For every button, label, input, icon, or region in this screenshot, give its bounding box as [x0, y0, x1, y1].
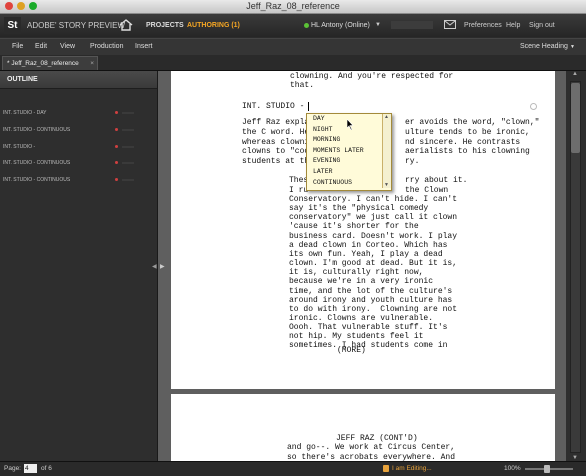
scroll-up-icon[interactable]: ▲ [572, 71, 578, 77]
chevron-down-icon[interactable]: ▼ [570, 39, 575, 55]
page-label: Page: [4, 465, 21, 472]
dialogue-line: that. [290, 81, 315, 90]
document-tab[interactable]: * Jeff_Raz_08_reference × [2, 56, 98, 70]
scene-marker-icon [115, 178, 118, 181]
action-line: clowns to "coo [242, 147, 310, 156]
autocomplete-option[interactable]: LATER [307, 167, 381, 178]
action-line: students at th [242, 157, 310, 166]
outline-item-label: INT. STUDIO - CONTINUOUS [3, 127, 71, 133]
scroll-thumb[interactable] [571, 83, 580, 153]
tab-label: * Jeff_Raz_08_reference [7, 60, 79, 67]
scene-length-bar [122, 129, 134, 131]
outline-item[interactable]: INT. STUDIO - CONTINUOUS [0, 157, 157, 169]
menu-bar: File Edit View Production Insert Scene H… [0, 38, 586, 56]
status-bar: Page: 4 of 6 I am Editing... 100% [0, 461, 586, 476]
dialogue-line: sometimes. I had students come in [289, 341, 448, 351]
scene-heading[interactable]: INT. STUDIO - [242, 102, 309, 112]
mouse-pointer-icon [347, 119, 354, 130]
collapse-handle-icon[interactable]: ◀ [152, 263, 157, 270]
sign-out-link[interactable]: Sign out [529, 14, 555, 37]
close-icon[interactable]: × [90, 57, 94, 71]
mail-icon[interactable] [444, 20, 456, 29]
scene-time-autocomplete[interactable]: DAY NIGHT MORNING MOMENTS LATER EVENING … [306, 113, 392, 191]
menu-edit[interactable]: Edit [35, 39, 47, 55]
app-header: St ADOBE' STORY PREVIEW PROJECTS AUTHORI… [0, 14, 586, 37]
nav-projects[interactable]: PROJECTS [146, 14, 184, 37]
action-line: the C word. He [242, 128, 310, 137]
app-name: ADOBE' STORY PREVIEW [27, 21, 125, 30]
page-number-input[interactable]: 4 [24, 464, 37, 473]
scene-marker-icon [115, 111, 118, 114]
outline-item-label: INT. STUDIO - CONTINUOUS [3, 160, 71, 166]
menu-file[interactable]: File [12, 39, 23, 55]
scene-marker-icon [115, 128, 118, 131]
text-cursor [308, 102, 309, 111]
zoom-level: 100% [504, 465, 521, 472]
scene-length-bar [122, 162, 134, 164]
autocomplete-option[interactable]: CONTINUOUS [307, 178, 381, 189]
script-page[interactable]: JEFF RAZ (CONT'D) and go--. We work at C… [171, 394, 555, 461]
more-marker: (MORE) [337, 346, 366, 355]
dialogue-line: and go--. We work at Circus Center, [287, 443, 456, 452]
menu-view[interactable]: View [60, 39, 75, 55]
chevron-down-icon[interactable]: ▼ [375, 14, 381, 37]
outline-item[interactable]: INT. STUDIO - DAY [0, 107, 157, 119]
lock-icon [383, 465, 389, 472]
autocomplete-option[interactable]: EVENING [307, 156, 381, 167]
format-select[interactable]: Scene Heading [520, 39, 568, 55]
user-menu[interactable]: HL Antony (Online) [311, 14, 370, 37]
autocomplete-option[interactable]: DAY [307, 114, 381, 125]
action-line: er avoids the word, "clown," [405, 118, 540, 127]
zoom-slider-handle[interactable] [544, 465, 550, 473]
outline-panel: OUTLINE INT. STUDIO - DAY INT. STUDIO - … [0, 71, 158, 461]
scene-marker-icon [530, 103, 537, 110]
document-tab-bar: * Jeff_Raz_08_reference × [0, 55, 586, 71]
expand-handle-icon[interactable]: ▶ [160, 263, 165, 270]
action-line: Jeff Raz expla [242, 118, 310, 127]
scene-marker-icon [115, 161, 118, 164]
autocomplete-option[interactable]: MORNING [307, 135, 381, 146]
scene-length-bar [122, 112, 134, 114]
action-line: ulture tends to be ironic, [405, 128, 530, 137]
online-status-icon [304, 23, 309, 28]
action-line: ry. [405, 157, 420, 166]
menu-insert[interactable]: Insert [135, 39, 153, 55]
outline-item[interactable]: INT. STUDIO - CONTINUOUS [0, 124, 157, 136]
scene-length-bar [122, 179, 134, 181]
editor-scrollbar[interactable]: ▲ ▼ [566, 71, 586, 461]
dialogue-line: so there's acrobats everywhere. And [287, 453, 456, 461]
outline-item[interactable]: INT. STUDIO - CONTINUOUS [0, 174, 157, 186]
page-count: of 6 [41, 465, 52, 472]
home-icon[interactable] [119, 19, 133, 31]
window-titlebar: Jeff_Raz_08_reference [0, 0, 586, 14]
disabled-nav-item [391, 21, 433, 29]
editing-status: I am Editing... [392, 465, 432, 472]
outline-title: OUTLINE [0, 71, 157, 89]
scroll-up-icon[interactable]: ▲ [384, 114, 389, 120]
outline-item-label: INT. STUDIO - CONTINUOUS [3, 177, 71, 183]
autocomplete-scrollbar[interactable]: ▲ ▼ [382, 114, 391, 188]
help-link[interactable]: Help [506, 14, 520, 37]
nav-authoring[interactable]: AUTHORING (1) [187, 14, 240, 37]
autocomplete-option[interactable]: MOMENTS LATER [307, 146, 381, 157]
scene-length-bar [122, 146, 134, 148]
menu-production[interactable]: Production [90, 39, 123, 55]
dialogue-line: rry about it. [405, 176, 468, 185]
window-title: Jeff_Raz_08_reference [246, 1, 340, 11]
autocomplete-option[interactable]: NIGHT [307, 125, 381, 136]
preferences-link[interactable]: Preferences [464, 14, 502, 37]
scroll-down-icon[interactable]: ▼ [384, 182, 389, 188]
dialogue-line: clowning. And you're respected for [290, 72, 454, 81]
scene-marker-icon [115, 145, 118, 148]
outline-item[interactable]: INT. STUDIO - [0, 141, 157, 153]
app-logo: St [4, 17, 21, 34]
action-line: aerialists to his clowning [405, 147, 530, 156]
outline-item-label: INT. STUDIO - DAY [3, 110, 47, 116]
outline-item-label: INT. STUDIO - [3, 144, 36, 150]
